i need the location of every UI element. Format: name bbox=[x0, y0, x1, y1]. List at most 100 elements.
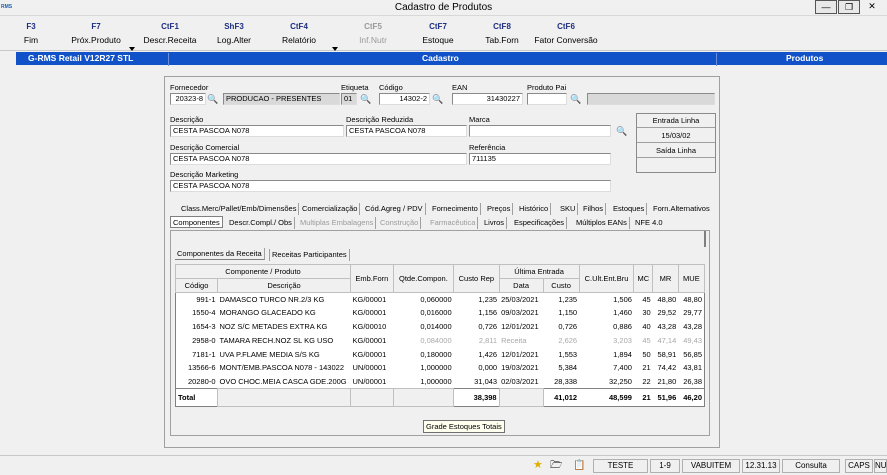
total-label: Total bbox=[178, 393, 196, 403]
tab-estoques[interactable]: Estoques bbox=[611, 203, 648, 215]
cell-qtde: 0,180000 bbox=[420, 349, 452, 359]
status-bar: ★ 🗁 📋 TESTE 1-9 VABUITEM 12.31.13 Consul… bbox=[0, 455, 887, 475]
binoculars-search-icon[interactable]: 🔍 bbox=[207, 93, 219, 105]
chevron-down-icon[interactable] bbox=[332, 47, 338, 51]
table-row[interactable]: 13566-6 MONT/EMB.PASCOA N078 - 143022 UN/0… bbox=[176, 361, 705, 375]
binoculars-search-icon[interactable]: 🔍 bbox=[432, 93, 444, 105]
toolbar-label: Fim bbox=[23, 35, 39, 45]
tab-comercializacao[interactable]: Comercialização bbox=[300, 203, 361, 215]
tab-historico[interactable]: Histórico bbox=[517, 203, 552, 215]
tab-cod-agreg-pdv[interactable]: Cód.Agreg / PDV bbox=[363, 203, 426, 215]
tab-sku[interactable]: SKU bbox=[558, 203, 579, 215]
tab-componentes[interactable]: Componentes bbox=[170, 216, 223, 228]
status-user: TESTE bbox=[593, 459, 648, 473]
table-row[interactable]: 20280-0 OVO CHOC.MEIA CASCA GDE.200G UN/00… bbox=[176, 375, 705, 389]
grid-header-row: Componente / Produto Emb.Forn Qtde.Compo… bbox=[175, 264, 706, 293]
cell-cult: 1,460 bbox=[613, 308, 632, 318]
tab-livros[interactable]: Livros bbox=[482, 217, 508, 229]
minimize-button[interactable]: — bbox=[815, 0, 837, 14]
table-row[interactable]: 991-1 DAMASCO TURCO NR.2/3 KG KG/00001 0,06… bbox=[176, 292, 705, 306]
toolbar-estoque-button[interactable]: CtF7 Estoque bbox=[419, 19, 457, 49]
toolbar-log-alter-button[interactable]: ShF3 Log.Alter bbox=[214, 19, 254, 49]
descricao-field[interactable]: CESTA PASCOA N078 bbox=[170, 125, 344, 137]
referencia-field[interactable]: 711135 bbox=[469, 153, 611, 165]
subtab-componentes-receita[interactable]: Componentes da Receita bbox=[175, 248, 265, 260]
binoculars-search-icon[interactable]: 🔍 bbox=[616, 125, 628, 137]
table-row[interactable]: 2958-0 TAMARA RECH.NOZ SL KG USO KG/00001 0… bbox=[176, 333, 705, 347]
col-codigo[interactable]: Código bbox=[175, 277, 218, 293]
col-mr[interactable]: MR bbox=[652, 264, 679, 293]
cell-emb: UN/00001 bbox=[352, 363, 387, 373]
cell-custo: 1,426 bbox=[478, 349, 498, 359]
star-icon[interactable]: ★ bbox=[533, 459, 546, 472]
module-title: Produtos bbox=[786, 53, 824, 63]
product-form-panel: Fornecedor 20323-8 🔍 PRODUCAO - PRESENTE… bbox=[164, 76, 720, 448]
toolbar-prox-produto-button[interactable]: F7 Próx.Produto bbox=[68, 19, 124, 49]
col-mc[interactable]: MC bbox=[633, 264, 654, 293]
ean-field[interactable]: 31430227 bbox=[452, 93, 523, 105]
fornecedor-code-field[interactable]: 20323-8 bbox=[170, 93, 206, 105]
col-emb-forn[interactable]: Emb.Forn bbox=[350, 264, 394, 293]
tab-forn-alternativos[interactable]: Forn.Alternativos bbox=[651, 203, 712, 215]
shortcut-key: CtF7 bbox=[429, 22, 447, 31]
cell-codigo: 7181-1 bbox=[192, 349, 216, 359]
cell-custo2: 1,150 bbox=[558, 308, 578, 318]
cell-data: 19/03/2021 bbox=[501, 363, 539, 373]
col-descricao[interactable]: Descrição bbox=[217, 277, 351, 293]
cell-mr: 74,42 bbox=[657, 363, 677, 373]
produto-pai-field[interactable] bbox=[527, 93, 567, 105]
toolbar-label: Inf.Nutr bbox=[359, 35, 387, 45]
cell-mc: 45 bbox=[642, 335, 651, 345]
col-qtde-compon[interactable]: Qtde.Compon. bbox=[392, 264, 455, 293]
fornecedor-name-field: PRODUCAO - PRESENTES bbox=[223, 93, 340, 105]
chevron-down-icon[interactable] bbox=[129, 47, 135, 51]
cell-qtde: 1,000000 bbox=[420, 377, 452, 387]
col-custo[interactable]: Custo bbox=[542, 277, 580, 293]
tab-nfe-4[interactable]: NFE 4.0 bbox=[633, 217, 665, 229]
tab-descr-compl-obs[interactable]: Descr.Compl./ Obs bbox=[227, 217, 295, 229]
tab-precos[interactable]: Preços bbox=[485, 203, 514, 215]
toolbar-fim-button[interactable]: F3 Fim bbox=[18, 19, 44, 49]
cell-codigo: 1550-4 bbox=[192, 308, 216, 318]
maximize-button[interactable]: ❐ bbox=[838, 0, 860, 14]
table-row[interactable]: 7181-1 UVA P.FLAME MEDIA S/S KG KG/00001 0,… bbox=[176, 347, 705, 361]
marca-field[interactable] bbox=[469, 125, 611, 137]
table-row[interactable]: 1654-3 NOZ S/C METADES EXTRA KG KG/00010 0,… bbox=[176, 320, 705, 334]
cell-qtde: 1,000000 bbox=[420, 363, 452, 373]
shortcut-key: CtF1 bbox=[161, 22, 179, 31]
toolbar-tab-forn-button[interactable]: CtF8 Tab.Forn bbox=[483, 19, 521, 49]
close-button[interactable]: ✕ bbox=[861, 0, 883, 14]
binoculars-search-icon[interactable]: 🔍 bbox=[570, 93, 582, 105]
clipboard-icon[interactable]: 📋 bbox=[573, 459, 586, 472]
toolbar-relatorio-button[interactable]: CtF4 Relatório bbox=[279, 19, 319, 49]
total-mc: 21 bbox=[642, 393, 651, 403]
desc-marketing-field[interactable]: CESTA PASCOA N078 bbox=[170, 180, 611, 192]
col-c-ult-ent-bru[interactable]: C.Ult.Ent.Bru bbox=[578, 264, 635, 293]
tab-multiplas-embalagens: Multiplas Embalagens bbox=[298, 217, 377, 229]
cell-mue: 48,80 bbox=[683, 294, 702, 304]
tab-fornecimento[interactable]: Fornecimento bbox=[430, 203, 481, 215]
col-custo-rep[interactable]: Custo Rep bbox=[453, 264, 500, 293]
col-data[interactable]: Data bbox=[498, 277, 544, 293]
descricao-label: Descrição bbox=[170, 115, 204, 124]
tab-multiplos-eans[interactable]: Múltiplos EANs bbox=[574, 217, 630, 229]
col-mue[interactable]: MUE bbox=[677, 264, 706, 293]
shortcut-key: CtF6 bbox=[557, 22, 575, 31]
desc-comercial-field[interactable]: CESTA PASCOA N078 bbox=[170, 153, 467, 165]
tab-especificacoes[interactable]: Especificações bbox=[512, 217, 568, 229]
toolbar-fator-conversao-button[interactable]: CtF6 Fator Conversão bbox=[533, 19, 599, 49]
app-header-bar: G-RMS Retail V12R27 STL Cadastro Produto… bbox=[16, 52, 887, 66]
binoculars-search-icon[interactable]: 🔍 bbox=[360, 93, 372, 105]
tab-filhos[interactable]: Filhos bbox=[581, 203, 607, 215]
codigo-field[interactable]: 14302-2 bbox=[379, 93, 430, 105]
table-row[interactable]: 1550-4 MORANGO GLACEADO KG KG/00001 0,01600… bbox=[176, 306, 705, 320]
subtab-receitas-participantes[interactable]: Receitas Participantes bbox=[269, 249, 350, 261]
desc-marketing-label: Descrição Marketing bbox=[170, 170, 239, 179]
cell-cult: 7,400 bbox=[613, 363, 632, 373]
cell-codigo: 991-1 bbox=[196, 294, 216, 304]
folder-icon[interactable]: 🗁 bbox=[550, 459, 568, 472]
tab-class-merc[interactable]: Class.Merc/Pallet/Emb/Dimensões bbox=[179, 203, 300, 215]
desc-reduzida-field[interactable]: CESTA PASCOA N078 bbox=[346, 125, 467, 137]
toolbar-descr-receita-button[interactable]: CtF1 Descr.Receita bbox=[143, 19, 197, 49]
cell-cult: 1,894 bbox=[613, 349, 632, 359]
